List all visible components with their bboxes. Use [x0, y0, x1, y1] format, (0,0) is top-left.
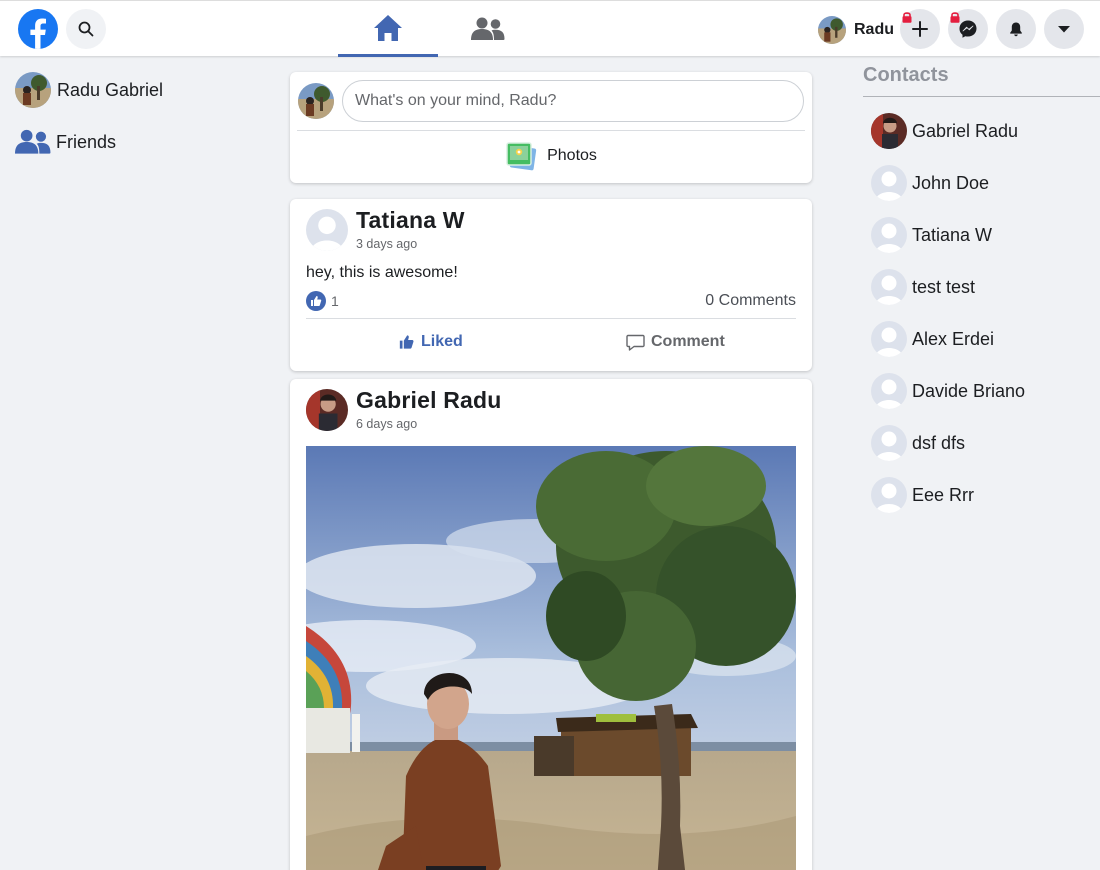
- avatar[interactable]: [306, 209, 348, 251]
- sidebar-item-label: Friends: [56, 131, 117, 152]
- avatar: [15, 72, 51, 108]
- like-count: 1: [331, 293, 339, 309]
- comment-button[interactable]: Comment: [626, 325, 725, 359]
- create-button[interactable]: [900, 9, 940, 49]
- contact-item[interactable]: Davide Briano: [871, 373, 1025, 409]
- photos-icon: [506, 142, 537, 171]
- contact-name: Davide Briano: [912, 380, 1026, 401]
- contact-name: Tatiana W: [912, 224, 993, 245]
- contact-item[interactable]: John Doe: [871, 165, 989, 201]
- divider: [863, 96, 1100, 97]
- lock-icon: [902, 12, 912, 23]
- search-button[interactable]: [66, 9, 106, 49]
- post-timestamp[interactable]: 3 days ago: [356, 237, 417, 251]
- contact-item[interactable]: Eee Rrr: [871, 477, 974, 513]
- post-composer: Photos: [290, 72, 812, 183]
- divider: [306, 318, 796, 319]
- comment-count[interactable]: 0 Comments: [705, 292, 796, 310]
- contact-name: John Doe: [912, 172, 990, 193]
- photos-button[interactable]: Photos: [290, 138, 812, 174]
- tab-home[interactable]: [338, 1, 438, 57]
- lock-icon: [950, 12, 960, 23]
- top-navigation-bar: Radu: [0, 0, 1100, 57]
- avatar: [871, 477, 907, 513]
- contact-name: Eee Rrr: [912, 484, 975, 505]
- avatar: [818, 16, 846, 44]
- bell-icon: [1010, 22, 1022, 37]
- account-menu-button[interactable]: [1044, 9, 1084, 49]
- avatar: [871, 269, 907, 305]
- contacts-title: Contacts: [863, 64, 949, 86]
- like-count-group[interactable]: 1: [306, 291, 339, 311]
- tab-friends[interactable]: [438, 1, 538, 57]
- contact-item[interactable]: Tatiana W: [871, 217, 992, 253]
- post-composer-input[interactable]: [342, 80, 804, 122]
- plus-icon: [912, 21, 928, 37]
- profile-chip[interactable]: Radu: [818, 15, 894, 45]
- home-icon: [374, 14, 402, 41]
- photos-label: Photos: [547, 147, 597, 164]
- avatar: [871, 217, 907, 253]
- divider: [297, 130, 805, 131]
- avatar: [298, 83, 334, 119]
- post-photo[interactable]: [306, 446, 796, 870]
- caret-down-icon: [1058, 26, 1070, 33]
- avatar: [871, 373, 907, 409]
- contact-name: Gabriel Radu: [912, 120, 1019, 141]
- post-card: Gabriel Radu 6 days ago: [290, 379, 812, 870]
- avatar: [871, 165, 907, 201]
- post-timestamp[interactable]: 6 days ago: [356, 417, 417, 431]
- messenger-button[interactable]: [948, 9, 988, 49]
- contact-name: Alex Erdei: [912, 328, 995, 349]
- contact-item[interactable]: dsf dfs: [871, 425, 965, 461]
- messenger-icon: [959, 20, 977, 38]
- sidebar-item-friends[interactable]: Friends: [15, 124, 116, 160]
- notifications-button[interactable]: [996, 9, 1036, 49]
- post-author[interactable]: Gabriel Radu: [356, 387, 502, 414]
- like-button-label: Liked: [421, 333, 463, 350]
- avatar: [871, 321, 907, 357]
- search-icon: [78, 21, 94, 37]
- profile-name: Radu: [854, 21, 894, 38]
- contact-item[interactable]: test test: [871, 269, 975, 305]
- like-button[interactable]: Liked: [398, 325, 463, 359]
- avatar[interactable]: [306, 389, 348, 431]
- comment-icon: [626, 334, 645, 351]
- sidebar-item-profile[interactable]: Radu Gabriel: [15, 72, 163, 108]
- like-badge-icon: [306, 291, 326, 311]
- contact-name: test test: [912, 276, 976, 297]
- contact-name: dsf dfs: [912, 432, 966, 453]
- thumbs-up-icon: [399, 335, 414, 349]
- friends-icon: [15, 129, 51, 154]
- avatar: [871, 113, 907, 149]
- post-text: hey, this is awesome!: [306, 264, 458, 281]
- post-card: Tatiana W 3 days ago hey, this is awesom…: [290, 199, 812, 371]
- post-stats: 1 0 Comments: [306, 291, 796, 311]
- comment-button-label: Comment: [651, 333, 725, 350]
- friends-icon: [471, 17, 505, 40]
- contact-item[interactable]: Gabriel Radu: [871, 113, 1018, 149]
- post-author[interactable]: Tatiana W: [356, 207, 465, 234]
- facebook-logo-icon[interactable]: [18, 9, 58, 49]
- sidebar-item-label: Radu Gabriel: [57, 79, 164, 100]
- avatar: [871, 425, 907, 461]
- contact-item[interactable]: Alex Erdei: [871, 321, 994, 357]
